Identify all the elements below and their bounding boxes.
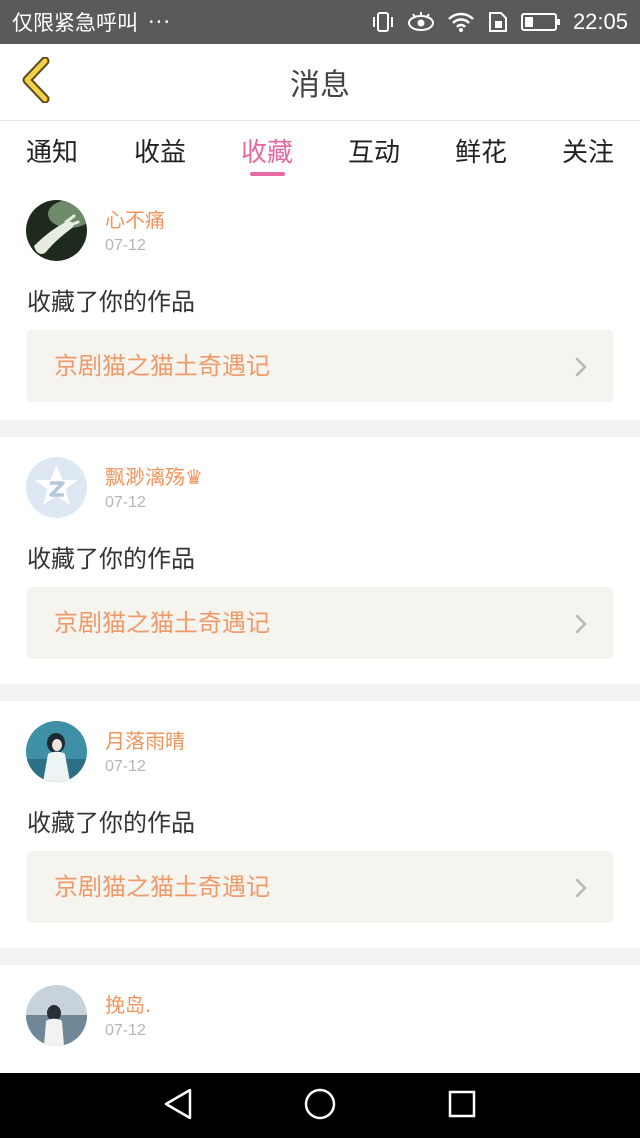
status-bar: 仅限紧急呼叫 ··· 22:05 bbox=[0, 0, 640, 44]
message-tabs: 通知 收益 收藏 互动 鲜花 关注 bbox=[0, 121, 640, 179]
battery-icon bbox=[520, 12, 561, 32]
work-title: 京剧猫之猫土奇遇记 bbox=[54, 609, 270, 637]
message-card: 飘渺漓殇♛ 07-12 收藏了你的作品 京剧猫之猫土奇遇记 bbox=[0, 437, 640, 684]
card-divider bbox=[0, 420, 640, 437]
username[interactable]: 挽岛. bbox=[105, 989, 151, 1018]
username[interactable]: 月落雨晴 bbox=[105, 725, 185, 754]
clock: 22:05 bbox=[572, 9, 628, 34]
username[interactable]: 心不痛 bbox=[105, 204, 165, 233]
message-list[interactable]: 心不痛 07-12 收藏了你的作品 京剧猫之猫土奇遇记 飘渺漓殇♛ 07-12 … bbox=[0, 180, 640, 1073]
carrier-notice: 仅限紧急呼叫 bbox=[12, 11, 138, 35]
system-back-button[interactable] bbox=[158, 1086, 198, 1126]
message-date: 07-12 bbox=[105, 1022, 146, 1039]
chevron-right-icon bbox=[575, 614, 587, 638]
message-date: 07-12 bbox=[105, 758, 146, 775]
card-divider bbox=[0, 684, 640, 701]
tab-notifications[interactable]: 通知 bbox=[7, 121, 97, 179]
app-header: 消息 bbox=[0, 44, 640, 121]
chevron-right-icon bbox=[575, 357, 587, 381]
status-right: 22:05 bbox=[371, 9, 628, 35]
tab-flowers[interactable]: 鲜花 bbox=[436, 121, 526, 179]
system-navigation-bar bbox=[0, 1073, 640, 1138]
sim-icon bbox=[487, 11, 509, 33]
action-text: 收藏了你的作品 bbox=[27, 809, 195, 837]
tab-earnings[interactable]: 收益 bbox=[115, 121, 205, 179]
work-title: 京剧猫之猫土奇遇记 bbox=[54, 873, 270, 901]
card-divider bbox=[0, 948, 640, 965]
username[interactable]: 飘渺漓殇♛ bbox=[105, 461, 203, 490]
message-card: 心不痛 07-12 收藏了你的作品 京剧猫之猫土奇遇记 bbox=[0, 180, 640, 420]
system-recents-button[interactable] bbox=[442, 1086, 482, 1126]
avatar[interactable] bbox=[26, 200, 87, 261]
back-button[interactable] bbox=[14, 56, 58, 107]
avatar[interactable] bbox=[26, 457, 87, 518]
eye-icon bbox=[407, 11, 435, 33]
message-card: 挽岛. 07-12 bbox=[0, 965, 640, 1073]
chevron-right-icon bbox=[575, 878, 587, 902]
home-circle-icon bbox=[303, 1087, 337, 1125]
more-dots: ··· bbox=[148, 10, 172, 34]
chevron-left-icon bbox=[19, 56, 53, 107]
work-link[interactable]: 京剧猫之猫土奇遇记 bbox=[27, 587, 613, 659]
action-text: 收藏了你的作品 bbox=[27, 288, 195, 316]
work-link[interactable]: 京剧猫之猫土奇遇记 bbox=[27, 851, 613, 923]
tab-interactions[interactable]: 互动 bbox=[329, 121, 419, 179]
system-home-button[interactable] bbox=[300, 1086, 340, 1126]
work-title: 京剧猫之猫土奇遇记 bbox=[54, 352, 270, 380]
tab-favorites[interactable]: 收藏 bbox=[222, 121, 312, 179]
avatar[interactable] bbox=[26, 721, 87, 782]
wifi-icon bbox=[447, 11, 475, 33]
message-date: 07-12 bbox=[105, 494, 146, 511]
tab-following[interactable]: 关注 bbox=[543, 121, 633, 179]
action-text: 收藏了你的作品 bbox=[27, 545, 195, 573]
recents-square-icon bbox=[447, 1089, 477, 1123]
work-link[interactable]: 京剧猫之猫土奇遇记 bbox=[27, 330, 613, 402]
vibrate-icon bbox=[371, 11, 395, 33]
avatar[interactable] bbox=[26, 985, 87, 1046]
page-title: 消息 bbox=[290, 68, 350, 103]
status-left: 仅限紧急呼叫 ··· bbox=[12, 7, 171, 37]
active-tab-indicator bbox=[250, 172, 285, 176]
message-date: 07-12 bbox=[105, 237, 146, 254]
back-triangle-icon bbox=[162, 1087, 194, 1125]
message-card: 月落雨晴 07-12 收藏了你的作品 京剧猫之猫土奇遇记 bbox=[0, 701, 640, 948]
